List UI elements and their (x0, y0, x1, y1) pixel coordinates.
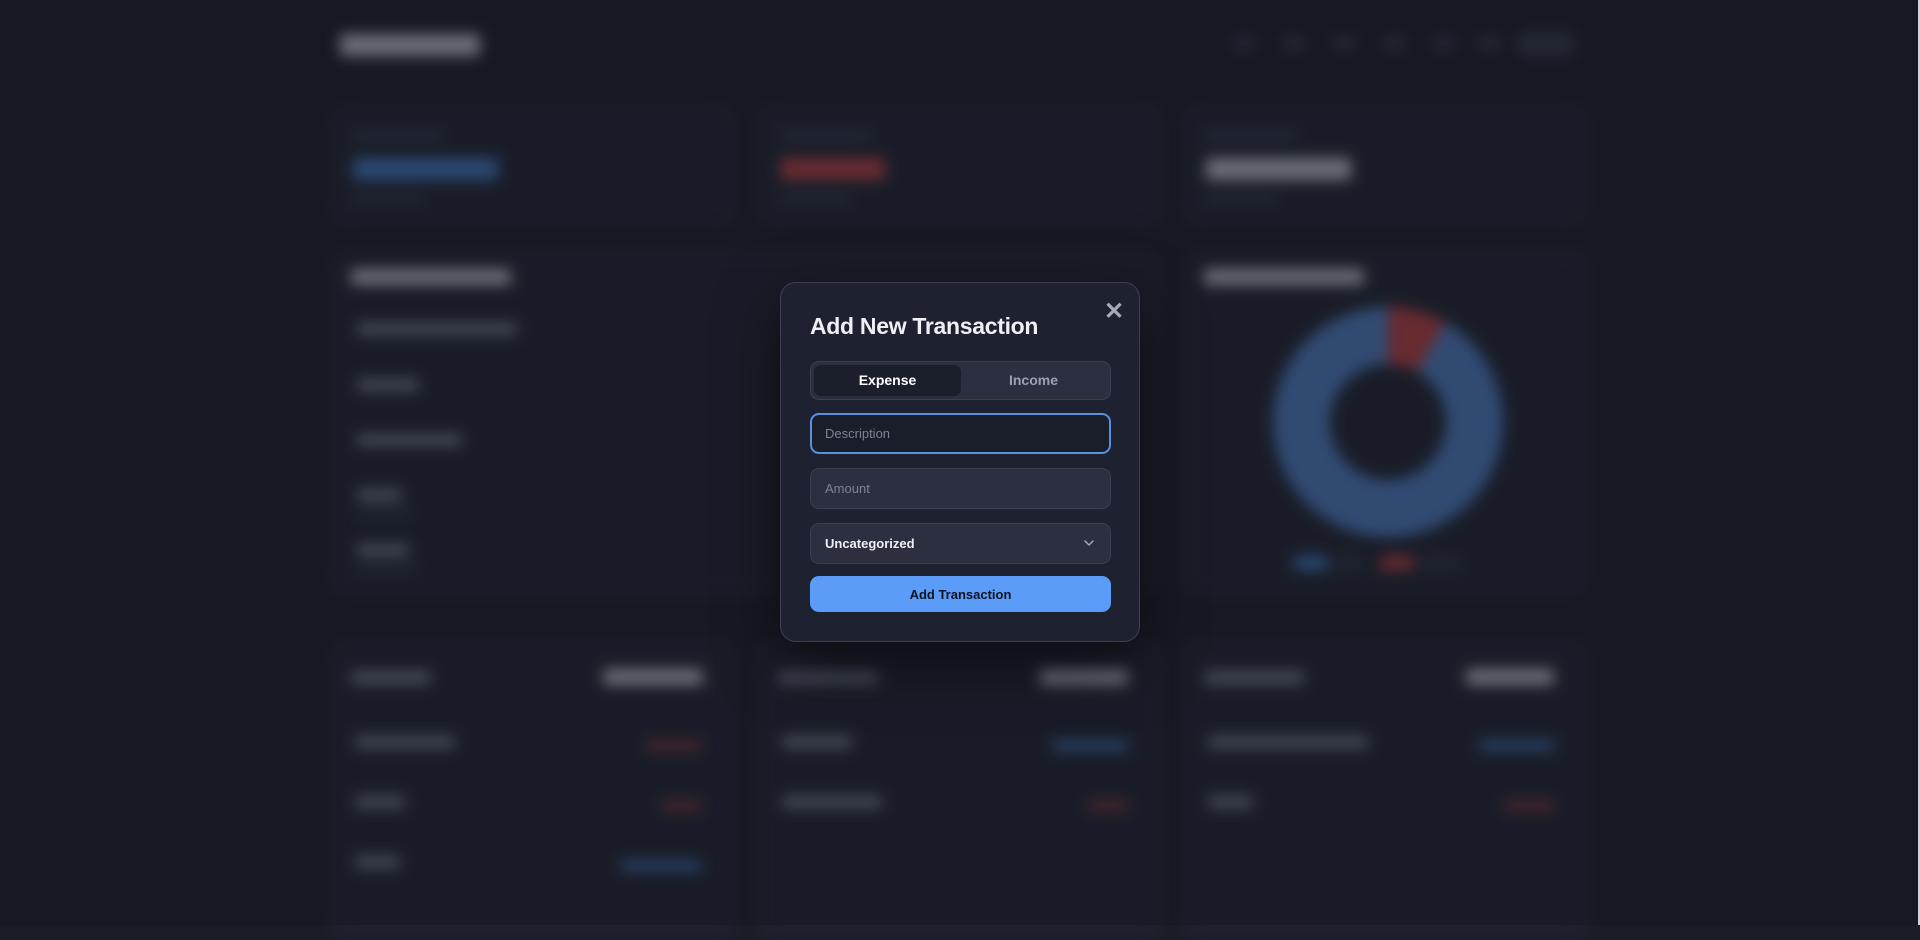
category-selected-value: Uncategorized (825, 536, 915, 551)
amount-input[interactable] (810, 468, 1111, 509)
close-icon: ✕ (1103, 298, 1125, 325)
category-select[interactable]: Uncategorized (810, 523, 1111, 564)
chevron-down-icon (1084, 540, 1094, 546)
add-transaction-button[interactable]: Add Transaction (810, 576, 1111, 612)
expense-tab[interactable]: Expense (814, 365, 961, 396)
description-input[interactable] (810, 413, 1111, 454)
close-button[interactable]: ✕ (1103, 300, 1125, 324)
transaction-type-toggle: Expense Income (810, 361, 1111, 400)
add-transaction-modal: Add New Transaction ✕ Expense Income Unc… (780, 282, 1140, 642)
modal-title: Add New Transaction (810, 313, 1039, 339)
income-tab[interactable]: Income (960, 365, 1107, 396)
